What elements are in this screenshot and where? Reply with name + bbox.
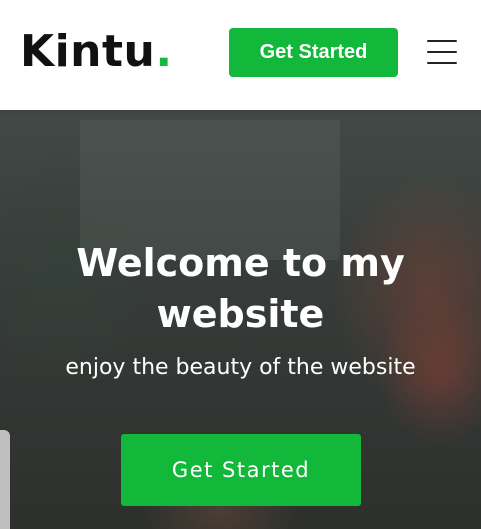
menu-line [427, 40, 457, 42]
hamburger-menu-icon[interactable] [427, 38, 457, 66]
menu-line [427, 51, 457, 53]
site-header: Kintu. Get Started [0, 0, 481, 110]
header-get-started-button[interactable]: Get Started [229, 28, 398, 77]
logo-dot: . [155, 26, 173, 77]
menu-line [427, 62, 457, 64]
hero-section: Welcome to my website enjoy the beauty o… [0, 110, 481, 529]
hero-title: Welcome to my website [76, 241, 405, 336]
hero-subtitle: enjoy the beauty of the website [65, 355, 416, 380]
logo-text: Kintu [20, 26, 156, 77]
hero-get-started-button[interactable]: Get Started [121, 434, 361, 506]
hero-background-detail [0, 430, 10, 529]
logo[interactable]: Kintu. [20, 26, 173, 78]
